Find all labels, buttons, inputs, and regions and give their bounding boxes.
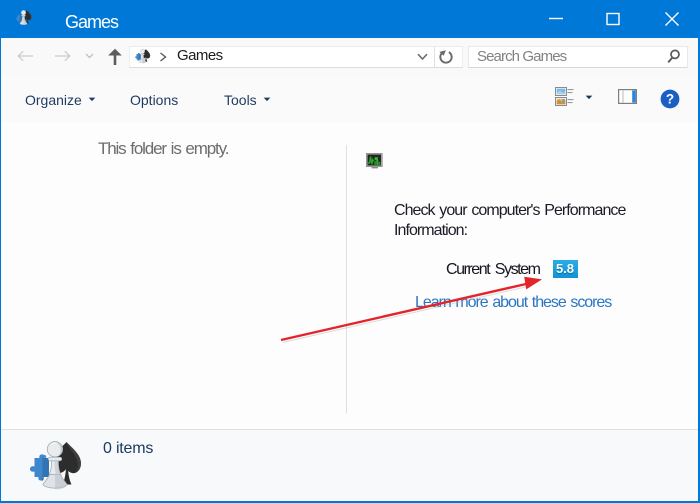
svg-text:?: ? (666, 92, 674, 107)
